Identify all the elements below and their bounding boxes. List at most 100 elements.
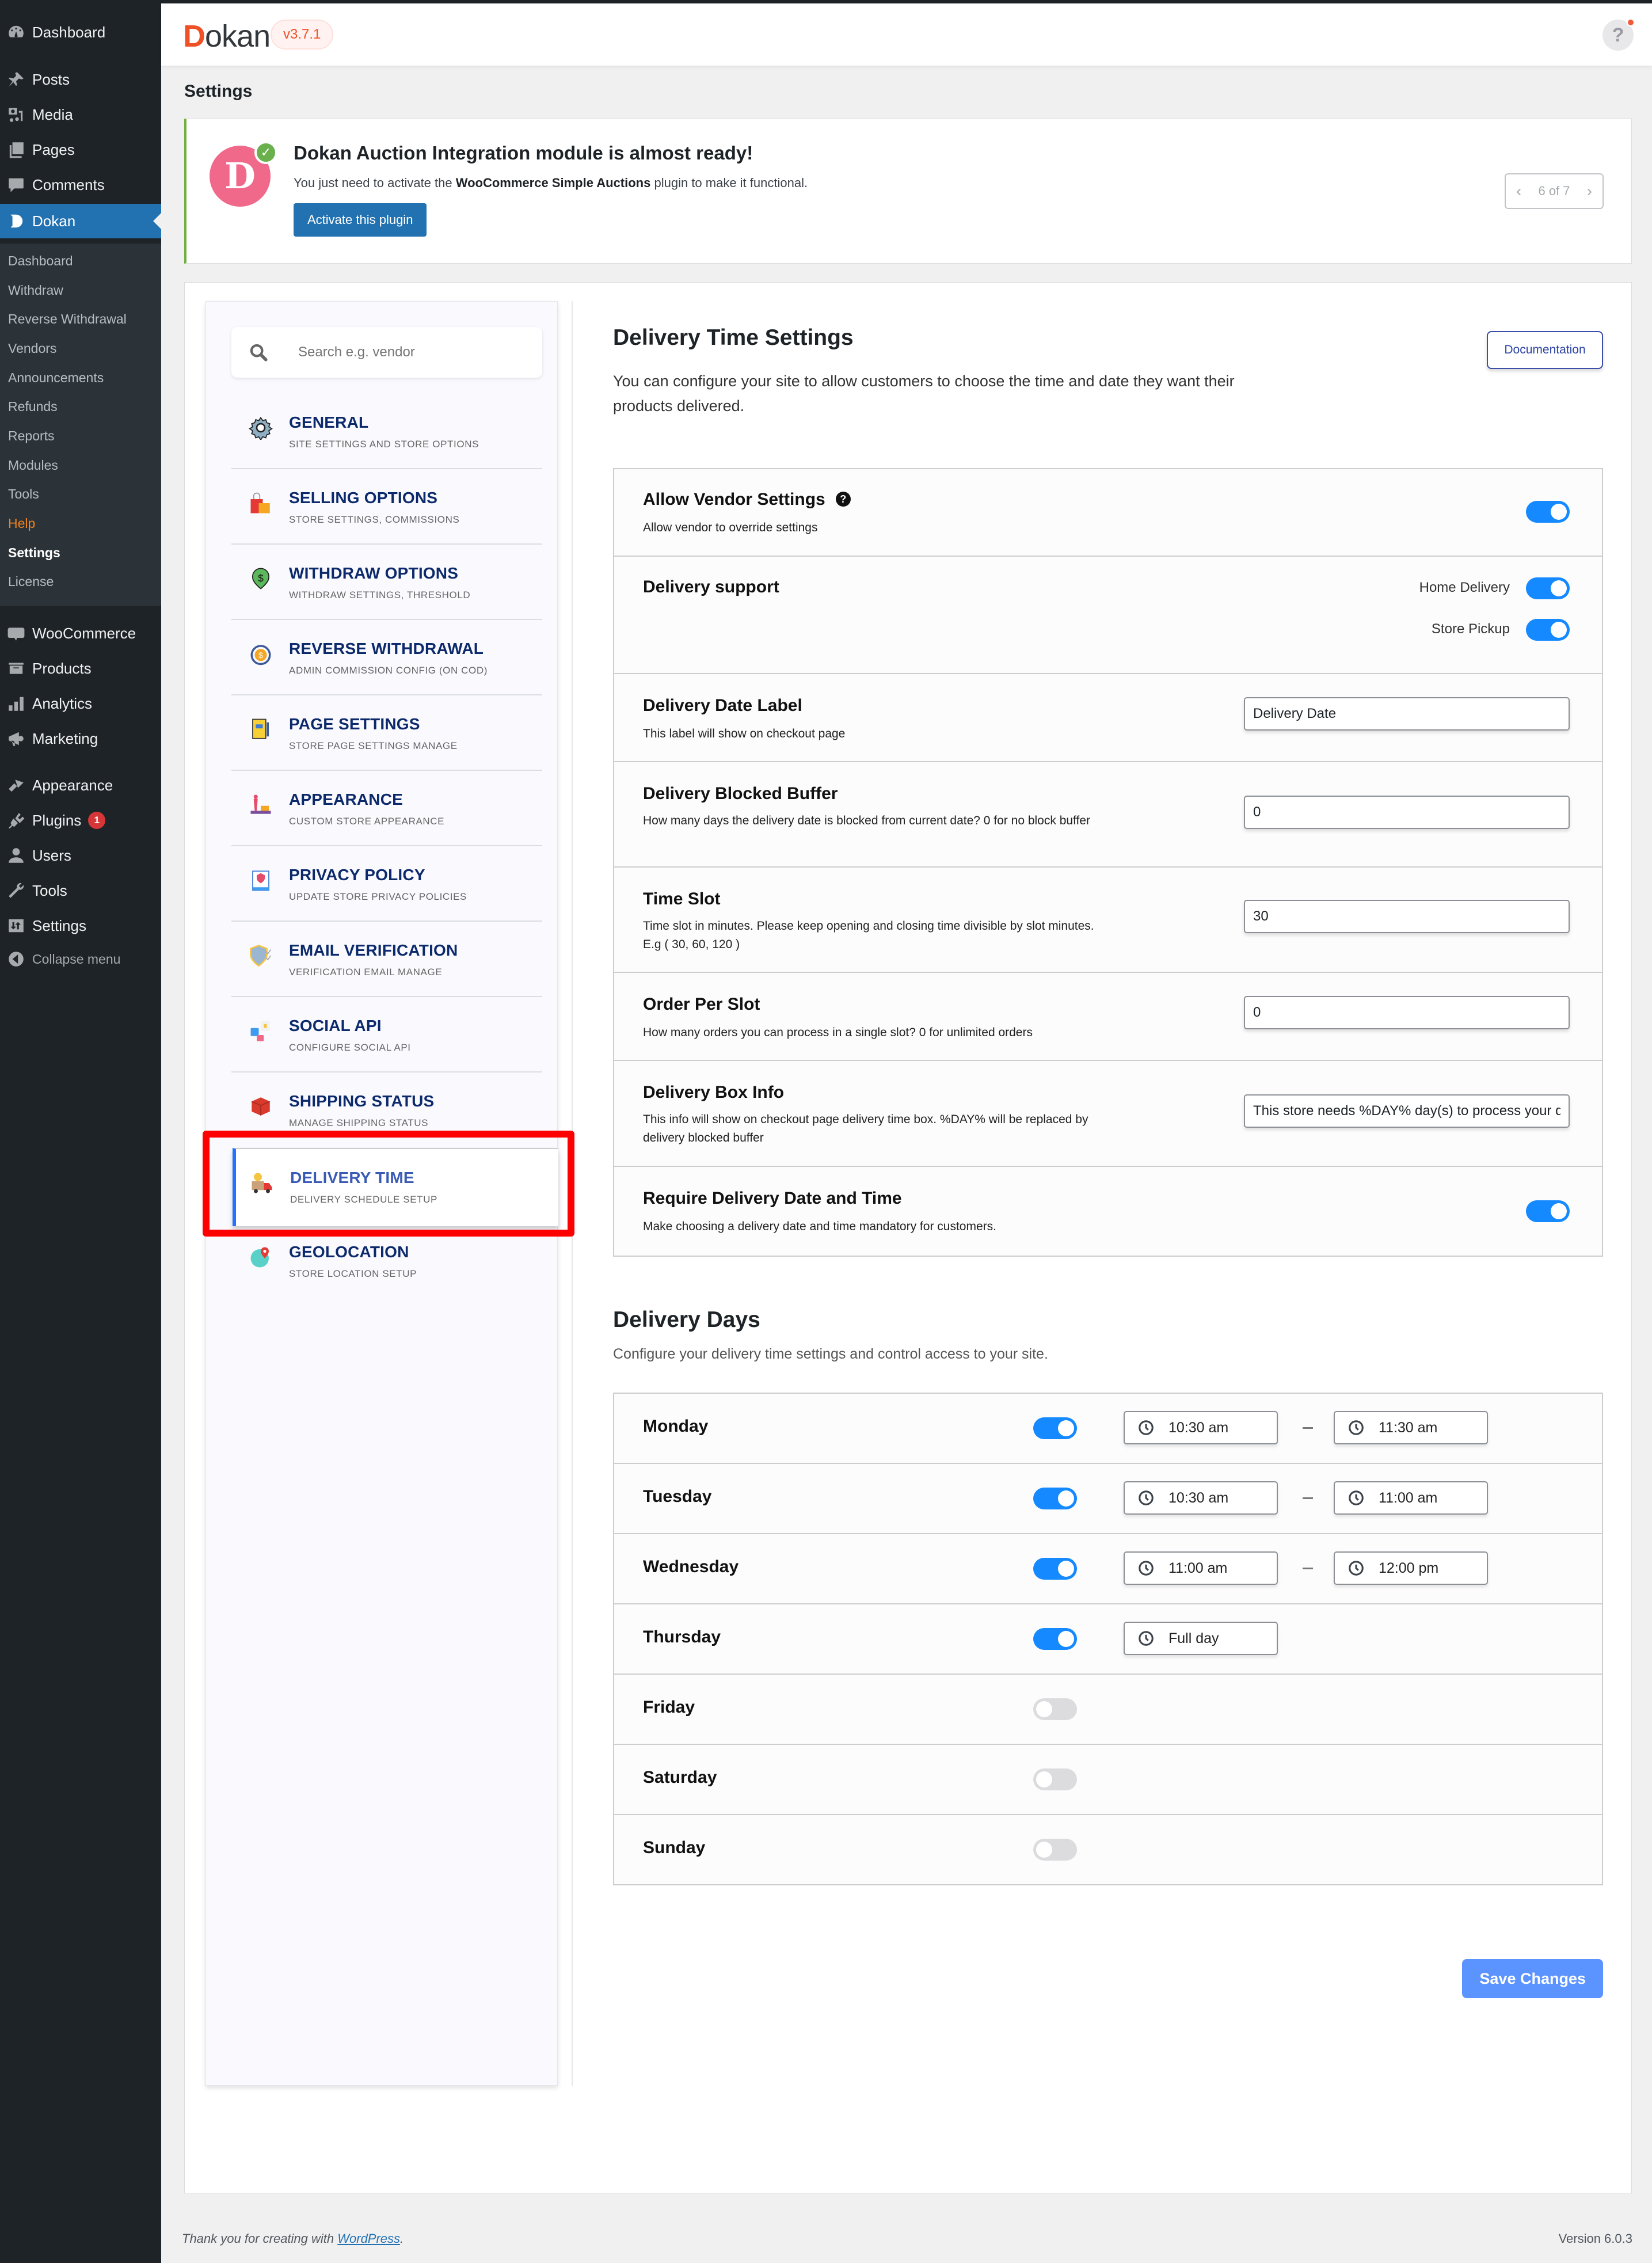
- allow-vendor-toggle[interactable]: [1526, 501, 1570, 523]
- time-range-dash: [1303, 1427, 1313, 1429]
- wp-menu-label: Plugins: [32, 811, 82, 829]
- plugin-notice: D ✓ Dokan Auction Integration module is …: [184, 119, 1632, 264]
- time-slot-input[interactable]: [1244, 900, 1570, 933]
- comments-icon: [0, 173, 32, 196]
- wp-menu-label: Media: [32, 105, 73, 123]
- dashboard-icon: [0, 21, 32, 44]
- globe-pin-icon: [249, 1245, 273, 1269]
- wp-menu-appearance[interactable]: Appearance: [0, 768, 161, 802]
- settings-nav-selling-options[interactable]: SELLING OPTIONS STORE SETTINGS, COMMISSIO…: [231, 469, 542, 545]
- wp-menu-dashboard[interactable]: Dashboard: [0, 15, 161, 50]
- media-icon: [0, 103, 32, 126]
- field-title: Time Slot: [643, 889, 721, 908]
- wp-admin-sidebar: Dashboard Posts Media Pages Comments Dok…: [0, 0, 161, 2263]
- settings-nav-page-settings[interactable]: PAGE SETTINGS STORE PAGE SETTINGS MANAGE: [231, 695, 542, 771]
- settings-nav-reverse-withdrawal[interactable]: $ REVERSE WITHDRAWAL ADMIN COMMISSION CONF…: [231, 620, 542, 695]
- submenu-withdraw[interactable]: Withdraw: [8, 283, 63, 298]
- time-to-picker[interactable]: 11:30 am: [1334, 1411, 1488, 1444]
- order-per-slot-input[interactable]: [1244, 996, 1570, 1029]
- submenu-dashboard[interactable]: Dashboard: [8, 253, 73, 269]
- wordpress-link[interactable]: WordPress: [337, 2231, 400, 2246]
- wp-menu-pages[interactable]: Pages: [0, 132, 161, 167]
- wp-menu-label: Appearance: [32, 776, 113, 794]
- wp-menu-media[interactable]: Media: [0, 97, 161, 132]
- day-toggle[interactable]: [1033, 1417, 1077, 1439]
- settings-nav-delivery-time[interactable]: DELIVERY TIME DELIVERY SCHEDULE SETUP: [233, 1148, 558, 1226]
- submenu-tools[interactable]: Tools: [8, 486, 39, 502]
- wp-menu-tools[interactable]: Tools: [0, 873, 161, 908]
- collapse-menu-button[interactable]: Collapse menu: [0, 942, 161, 976]
- submenu-settings[interactable]: Settings: [8, 545, 60, 561]
- time-from-picker[interactable]: 10:30 am: [1124, 1411, 1278, 1444]
- nav-item-subtitle: STORE PAGE SETTINGS MANAGE: [289, 740, 458, 751]
- save-changes-button[interactable]: Save Changes: [1462, 1959, 1603, 1998]
- settings-nav-appearance[interactable]: APPEARANCE CUSTOM STORE APPEARANCE: [231, 771, 542, 846]
- nav-item-title: SELLING OPTIONS: [289, 489, 438, 507]
- submenu-help[interactable]: Help: [8, 516, 35, 531]
- settings-search[interactable]: [231, 327, 542, 378]
- time-value: 11:00 am: [1168, 1560, 1228, 1576]
- settings-nav-geolocation[interactable]: GEOLOCATION STORE LOCATION SETUP: [231, 1223, 542, 1299]
- shield-check-icon: [249, 944, 273, 968]
- time-from-picker[interactable]: 10:30 am: [1124, 1481, 1278, 1515]
- submenu-announcements[interactable]: Announcements: [8, 370, 104, 386]
- wrench-icon: [0, 879, 32, 902]
- dokan-header: Dokan v3.7.1 ?: [161, 3, 1652, 66]
- wp-menu-woocommerce[interactable]: WooCommerce: [0, 616, 161, 651]
- time-from-picker[interactable]: Full day: [1124, 1622, 1278, 1655]
- day-toggle[interactable]: [1033, 1698, 1077, 1720]
- day-toggle[interactable]: [1033, 1839, 1077, 1861]
- nav-item-title: WITHDRAW OPTIONS: [289, 564, 459, 582]
- wp-menu-posts[interactable]: Posts: [0, 62, 161, 97]
- home-delivery-toggle[interactable]: [1526, 577, 1570, 599]
- time-to-picker[interactable]: 12:00 pm: [1334, 1551, 1488, 1585]
- footer-version: Version 6.0.3: [1558, 2231, 1632, 2246]
- time-value: 10:30 am: [1168, 1419, 1229, 1436]
- social-bubbles-icon: [249, 1019, 273, 1043]
- day-toggle[interactable]: [1033, 1558, 1077, 1580]
- help-button[interactable]: ?: [1602, 18, 1635, 51]
- blocked-buffer-input[interactable]: [1244, 796, 1570, 829]
- wp-menu-plugins[interactable]: Plugins 1: [0, 803, 161, 838]
- time-to-picker[interactable]: 11:00 am: [1334, 1481, 1488, 1515]
- day-toggle[interactable]: [1033, 1628, 1077, 1650]
- store-pickup-toggle[interactable]: [1526, 619, 1570, 641]
- chevron-right-icon[interactable]: ›: [1587, 182, 1592, 200]
- wp-menu-dokan[interactable]: Dokan: [0, 204, 161, 238]
- wp-menu-settings[interactable]: Settings: [0, 908, 161, 943]
- settings-nav-withdraw-options[interactable]: $ WITHDRAW OPTIONS WITHDRAW SETTINGS, THRE…: [231, 545, 542, 620]
- require-date-time-toggle[interactable]: [1526, 1200, 1570, 1222]
- wp-menu-analytics[interactable]: Analytics: [0, 686, 161, 721]
- submenu-modules[interactable]: Modules: [8, 458, 58, 473]
- wp-menu-marketing[interactable]: Marketing: [0, 721, 161, 756]
- submenu-license[interactable]: License: [8, 574, 54, 589]
- delivery-day-row-monday: Monday 10:30 am 11:30 am: [614, 1394, 1602, 1464]
- activate-plugin-button[interactable]: Activate this plugin: [294, 203, 427, 237]
- time-from-picker[interactable]: 11:00 am: [1124, 1551, 1278, 1585]
- documentation-button[interactable]: Documentation: [1487, 331, 1603, 369]
- settings-nav-privacy-policy[interactable]: PRIVACY POLICY UPDATE STORE PRIVACY POLIC…: [231, 846, 542, 922]
- wp-menu-users[interactable]: Users: [0, 838, 161, 873]
- settings-nav-general[interactable]: GENERAL SITE SETTINGS AND STORE OPTIONS: [231, 394, 542, 469]
- wp-menu-label: Settings: [32, 916, 86, 934]
- clock-icon: [1137, 1419, 1155, 1436]
- delivery-box-info-input[interactable]: [1244, 1094, 1570, 1128]
- wp-menu-comments[interactable]: Comments: [0, 168, 161, 202]
- chevron-left-icon[interactable]: ‹: [1516, 182, 1521, 200]
- submenu-reports[interactable]: Reports: [8, 428, 55, 444]
- settings-nav-shipping-status[interactable]: SHIPPING STATUS MANAGE SHIPPING STATUS: [231, 1072, 542, 1148]
- submenu-reverse-withdrawal[interactable]: Reverse Withdrawal: [8, 311, 127, 327]
- search-input[interactable]: [298, 344, 528, 360]
- products-icon: [0, 657, 32, 680]
- settings-nav-email-verification[interactable]: EMAIL VERIFICATION VERIFICATION EMAIL MAN…: [231, 922, 542, 997]
- help-tooltip-icon[interactable]: ?: [835, 492, 851, 507]
- day-toggle[interactable]: [1033, 1768, 1077, 1790]
- day-toggle[interactable]: [1033, 1488, 1077, 1509]
- delivery-date-label-input[interactable]: [1244, 697, 1570, 731]
- submenu-refunds[interactable]: Refunds: [8, 399, 58, 414]
- settings-nav-social-api[interactable]: SOCIAL API CONFIGURE SOCIAL API: [231, 997, 542, 1072]
- container-icon: [249, 1094, 273, 1119]
- wp-menu-products[interactable]: Products: [0, 651, 161, 686]
- delivery-day-row-friday: Friday: [614, 1675, 1602, 1745]
- submenu-vendors[interactable]: Vendors: [8, 341, 56, 356]
